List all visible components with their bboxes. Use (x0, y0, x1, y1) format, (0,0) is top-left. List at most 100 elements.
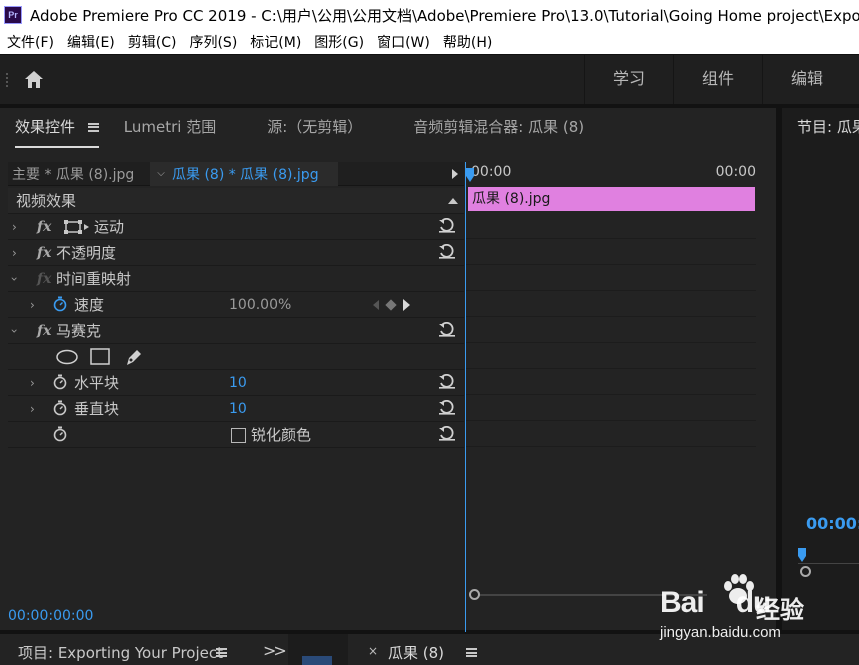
source-clip-dropdown[interactable]: ⌵ 瓜果 (8) * 瓜果 (8).jpg (150, 161, 338, 186)
motion-label: 运动 (94, 218, 125, 236)
project-panel: 项目: Exporting Your Project >> (0, 634, 287, 665)
timeline-row-line (466, 342, 756, 343)
program-zoom-handle[interactable] (800, 566, 811, 577)
expand-chevron-icon[interactable]: › (30, 298, 35, 312)
sharpen-colors-label: 锐化颜色 (251, 426, 312, 444)
expand-chevron-icon[interactable]: › (30, 376, 35, 390)
reset-icon[interactable] (438, 374, 456, 390)
menu-edit[interactable]: 编辑(E) (60, 32, 121, 52)
fx-toggle-icon[interactable]: fx (37, 219, 51, 235)
panel-menu-icon[interactable] (87, 122, 99, 132)
more-panels-icon[interactable]: >> (263, 641, 287, 660)
tab-effect-controls[interactable]: 效果控件 (0, 116, 109, 148)
close-icon[interactable]: × (368, 644, 378, 658)
tab-sequence[interactable]: 瓜果 (8) (388, 642, 444, 663)
panel-menu-icon[interactable] (466, 648, 477, 657)
timeline-panel: × 瓜果 (8) (354, 634, 859, 665)
reset-icon[interactable] (438, 244, 456, 260)
mask-tools-row (8, 344, 464, 370)
show-timeline-toggle-icon[interactable] (452, 169, 458, 179)
keyframe-navigator (373, 299, 410, 311)
menu-file[interactable]: 文件(F) (0, 32, 60, 52)
program-time-ruler[interactable] (798, 563, 859, 564)
program-timecode[interactable]: 00:00: (806, 514, 859, 533)
property-row-horizontal-blocks: › 水平块 10 (8, 370, 464, 396)
collapse-chevron-icon[interactable]: › (7, 328, 21, 333)
tab-source[interactable]: 源:（无剪辑） (231, 116, 377, 137)
source-master-clip[interactable]: 主要 * 瓜果 (8).jpg (8, 164, 150, 184)
property-row-vertical-blocks: › 垂直块 10 (8, 396, 464, 422)
vertical-blocks-value[interactable]: 10 (229, 401, 247, 417)
stopwatch-icon[interactable] (53, 426, 67, 442)
speed-value[interactable]: 100.00% (229, 297, 291, 313)
stopwatch-icon[interactable] (53, 400, 67, 416)
title-bar: Pr Adobe Premiere Pro CC 2019 - C:\用户\公用… (0, 0, 859, 30)
expand-chevron-icon[interactable]: › (12, 246, 17, 260)
property-row-speed: › 速度 100.00% (8, 292, 464, 318)
source-clip-name: 瓜果 (8) * 瓜果 (8).jpg (172, 166, 319, 183)
sharpen-colors-checkbox[interactable] (231, 428, 246, 443)
video-effects-header: 视频效果 (8, 188, 464, 214)
motion-transform-icon[interactable] (64, 220, 90, 234)
workspace-editing[interactable]: 编辑 (762, 55, 851, 105)
stopwatch-icon[interactable] (53, 374, 67, 390)
tab-project[interactable]: 项目: Exporting Your Project (18, 642, 223, 663)
home-button[interactable] (22, 68, 46, 92)
timeline-row-line (466, 290, 756, 291)
toolbar-grip[interactable] (6, 73, 8, 87)
workspace-tabs: 学习 组件 编辑 (584, 55, 851, 105)
pen-mask-icon[interactable] (124, 347, 144, 367)
scrollbar-track[interactable] (477, 594, 707, 596)
add-keyframe-icon[interactable] (385, 299, 397, 311)
reset-icon[interactable] (438, 218, 456, 234)
effect-properties-list: 主要 * 瓜果 (8).jpg ⌵ 瓜果 (8) * 瓜果 (8).jpg 视频… (7, 161, 464, 452)
ruler-start-time: 00:00 (471, 164, 512, 180)
rectangle-mask-icon[interactable] (90, 348, 110, 366)
timeline-row-line (466, 264, 756, 265)
horizontal-blocks-value[interactable]: 10 (229, 375, 247, 391)
program-monitor-panel: 节目: 瓜果 00:00: (782, 108, 859, 630)
panel-menu-icon[interactable] (216, 648, 227, 657)
selection-tool-icon[interactable] (302, 656, 332, 665)
workspace-assembly[interactable]: 组件 (673, 55, 762, 105)
workspace-learning[interactable]: 学习 (584, 55, 673, 105)
tab-lumetri-scopes[interactable]: Lumetri 范围 (109, 116, 231, 137)
video-effects-label: 视频效果 (16, 192, 77, 210)
reset-icon[interactable] (438, 426, 456, 442)
menu-graphics[interactable]: 图形(G) (307, 32, 370, 52)
effect-row-motion: › fx 运动 (8, 214, 464, 240)
timeline-zoom-scrollbar[interactable] (467, 588, 757, 602)
next-keyframe-icon[interactable] (403, 299, 410, 311)
menu-markers[interactable]: 标记(M) (243, 32, 307, 52)
menu-sequence[interactable]: 序列(S) (182, 32, 243, 52)
tab-effect-controls-label: 效果控件 (15, 117, 76, 136)
property-row-sharpen-colors: 锐化颜色 (8, 422, 464, 448)
program-playhead-icon[interactable] (798, 548, 806, 562)
reset-icon[interactable] (438, 400, 456, 416)
fx-toggle-icon[interactable]: fx (37, 323, 51, 339)
timeline-clip[interactable]: 瓜果 (8).jpg (468, 187, 755, 211)
effect-row-opacity: › fx 不透明度 (8, 240, 464, 266)
current-timecode[interactable]: 00:00:00:00 (8, 608, 93, 624)
expand-chevron-icon[interactable]: › (30, 402, 35, 416)
menu-help[interactable]: 帮助(H) (436, 32, 498, 52)
prev-keyframe-icon[interactable] (373, 300, 379, 310)
ellipse-mask-icon[interactable] (56, 349, 78, 365)
tab-audio-clip-mixer[interactable]: 音频剪辑混合器: 瓜果 (8) (377, 116, 599, 137)
reset-icon[interactable] (438, 322, 456, 338)
scrollbar-handle[interactable] (469, 589, 480, 600)
menu-window[interactable]: 窗口(W) (370, 32, 436, 52)
timeline-row-line (466, 420, 756, 421)
collapse-chevron-icon[interactable]: › (7, 276, 21, 281)
tab-program-monitor[interactable]: 节目: 瓜果 (797, 116, 859, 137)
collapse-up-icon[interactable] (448, 198, 458, 204)
stopwatch-active-icon[interactable] (53, 296, 67, 312)
expand-chevron-icon[interactable]: › (12, 220, 17, 234)
fx-toggle-icon[interactable]: fx (37, 245, 51, 261)
effect-timeline[interactable]: 00:00 00:00 瓜果 (8).jpg (466, 162, 756, 452)
menu-clip[interactable]: 剪辑(C) (121, 32, 183, 52)
timeline-ruler[interactable]: 00:00 00:00 (466, 162, 756, 186)
playhead-icon[interactable] (466, 168, 474, 182)
opacity-label: 不透明度 (56, 244, 117, 262)
vertical-blocks-label: 垂直块 (74, 400, 120, 418)
